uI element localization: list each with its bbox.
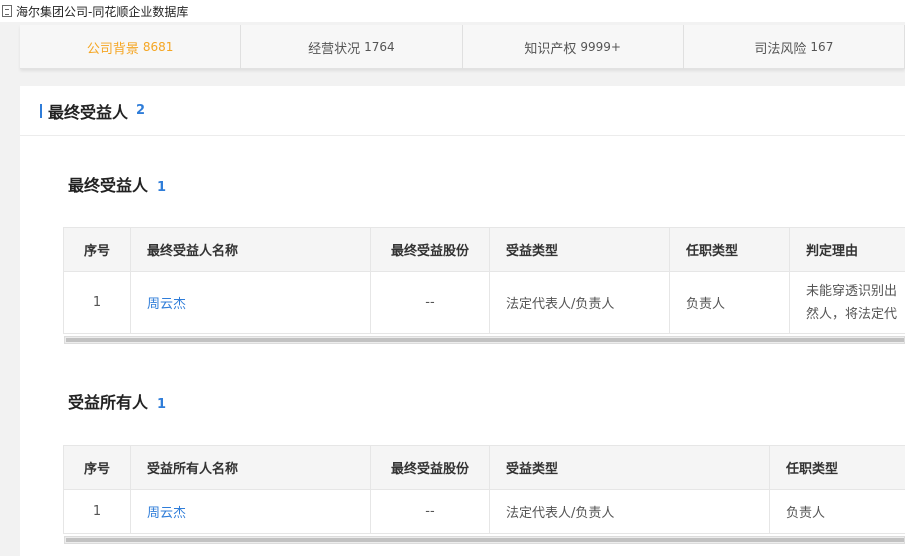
ubo-table: 序号 最终受益人名称 最终受益股份 受益类型 任职类型 判定理由 1 周云杰 -…: [63, 227, 905, 334]
reason-line: 然人，将法定代: [806, 306, 898, 322]
table-row: 1 周云杰 -- 法定代表人/负责人 负责人 未能穿透识别出 然人，将法定代: [63, 271, 905, 334]
beneficiary-name-link[interactable]: 周云杰: [147, 297, 186, 312]
category-tabs: 公司背景 8681 经营状况 1764 知识产权 9999+ 司法风险 167: [20, 25, 905, 69]
ubo-title: 最终受益人: [68, 176, 149, 195]
scrollbar-thumb[interactable]: [66, 538, 904, 542]
tab-label: 经营状况: [308, 41, 361, 57]
col-name: 受益所有人名称: [130, 445, 371, 490]
cell-name: 周云杰: [130, 489, 371, 534]
tab-operating-status[interactable]: 经营状况 1764: [241, 25, 463, 69]
col-role: 任职类型: [769, 445, 905, 490]
owner-subtitle: 受益所有人 1: [68, 389, 166, 413]
tab-label: 公司背景: [86, 41, 139, 57]
owner-table: 序号 受益所有人名称 最终受益股份 受益类型 任职类型 1 周云杰 -- 法定代…: [63, 445, 905, 534]
table-row: 1 周云杰 -- 法定代表人/负责人 负责人: [63, 489, 905, 534]
col-index: 序号: [63, 445, 131, 490]
col-name: 最终受益人名称: [130, 227, 371, 272]
tab-label: 司法风险: [754, 41, 807, 57]
section-accent-bar: [40, 103, 42, 118]
col-reason: 判定理由: [789, 227, 905, 272]
window-title: 海尔集团公司-同花顺企业数据库: [16, 4, 189, 19]
table-header-row: 序号 最终受益人名称 最终受益股份 受益类型 任职类型 判定理由: [63, 227, 905, 272]
scrollbar-thumb[interactable]: [66, 338, 904, 342]
owner-title: 受益所有人: [68, 393, 149, 412]
cell-index: 1: [63, 489, 131, 534]
tab-intellectual-property[interactable]: 知识产权 9999+: [463, 25, 684, 69]
document-icon: [2, 5, 12, 17]
ubo-count: 1: [157, 180, 167, 195]
tab-count: 1764: [364, 40, 395, 54]
ubo-table-scrollbar[interactable]: [64, 336, 905, 344]
col-share: 最终受益股份: [370, 227, 490, 272]
tab-label: 知识产权: [524, 41, 577, 57]
owner-name-link[interactable]: 周云杰: [147, 506, 186, 521]
cell-benefit-type: 法定代表人/负责人: [489, 489, 770, 534]
cell-role: 负责人: [769, 489, 905, 534]
tab-judicial-risk[interactable]: 司法风险 167: [684, 25, 905, 69]
beneficiary-panel: 最终受益人 2 最终受益人 1 序号 最终受益人名称 最终受益股份 受益类型 任…: [20, 86, 905, 556]
window-titlebar: 海尔集团公司-同花顺企业数据库: [0, 0, 905, 22]
cell-index: 1: [63, 271, 131, 334]
col-benefit-type: 受益类型: [489, 445, 770, 490]
cell-reason: 未能穿透识别出 然人，将法定代: [789, 271, 905, 334]
section-title: 最终受益人: [48, 102, 129, 122]
tab-company-background[interactable]: 公司背景 8681: [20, 25, 242, 69]
cell-share: --: [370, 271, 490, 334]
section-count: 2: [136, 103, 146, 118]
table-header-row: 序号 受益所有人名称 最终受益股份 受益类型 任职类型: [63, 445, 905, 490]
col-index: 序号: [63, 227, 131, 272]
cell-role: 负责人: [669, 271, 790, 334]
col-benefit-type: 受益类型: [489, 227, 670, 272]
tab-count: 167: [810, 40, 834, 54]
cell-benefit-type: 法定代表人/负责人: [489, 271, 670, 334]
tab-count: 9999+: [580, 40, 621, 54]
owner-count: 1: [157, 397, 167, 412]
cell-name: 周云杰: [130, 271, 371, 334]
section-header: 最终受益人 2: [20, 86, 905, 136]
col-share: 最终受益股份: [370, 445, 490, 490]
owner-table-scrollbar[interactable]: [64, 536, 905, 544]
tab-count: 8681: [142, 40, 174, 54]
cell-share: --: [370, 489, 490, 534]
reason-line: 未能穿透识别出: [806, 283, 898, 299]
col-role: 任职类型: [669, 227, 790, 272]
ubo-subtitle: 最终受益人 1: [68, 172, 166, 196]
